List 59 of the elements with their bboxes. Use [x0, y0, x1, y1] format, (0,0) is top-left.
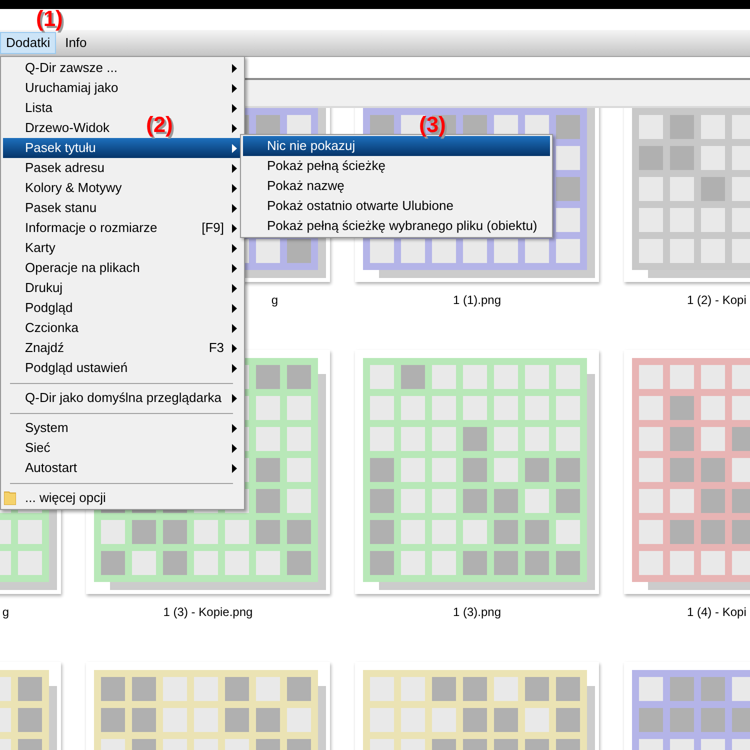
menu-item[interactable]: Informacje o rozmiarze — [25, 218, 158, 238]
submenu-arrow-icon — [232, 104, 237, 112]
submenu-arrow-icon — [232, 84, 237, 92]
submenu-arrow-icon — [232, 164, 237, 172]
menu-item[interactable]: Q-Dir zawsze ... — [25, 58, 118, 78]
menu-item[interactable]: Operacje na plikach — [25, 258, 140, 278]
menu-item[interactable]: Kolory & Motywy — [25, 178, 122, 198]
file-name: 1 (2) - Kopi — [687, 292, 746, 309]
menu-item[interactable]: Sieć — [25, 438, 50, 458]
menu-item[interactable]: Podgląd — [25, 298, 73, 318]
menu-item[interactable]: Pokaż ostatnio otwarte Ulubione — [243, 196, 550, 216]
submenu-arrow-icon — [232, 344, 237, 352]
submenu-arrow-icon — [232, 64, 237, 72]
submenu-arrow-icon — [232, 424, 237, 432]
submenu-arrow-icon — [232, 184, 237, 192]
menu-item[interactable]: Karty — [25, 238, 56, 258]
menu-item[interactable]: Pokaż pełną ścieżkę — [243, 156, 550, 176]
menu-item[interactable]: Lista — [25, 98, 52, 118]
step-number-label: (2) — [146, 114, 173, 136]
submenu-arrow-icon — [232, 264, 237, 272]
menu-item[interactable]: Q-Dir jako domyślna przeglądarka — [25, 388, 222, 408]
submenu-arrow-icon — [232, 444, 237, 452]
submenu-arrow-icon — [232, 204, 237, 212]
file-name: g — [2, 604, 9, 621]
menu-item[interactable]: Pasek adresu — [25, 158, 104, 178]
submenu-arrow-icon — [232, 394, 237, 402]
file-name: g — [271, 292, 278, 309]
menu-item[interactable]: Autostart — [25, 458, 78, 478]
folder-icon — [4, 491, 16, 505]
menu-item[interactable]: Uruchamiaj jako — [25, 78, 118, 98]
submenu-arrow-icon — [232, 224, 237, 232]
submenu-arrow-icon — [232, 124, 237, 132]
menu-bar-item[interactable]: Dodatki — [0, 32, 56, 54]
menu-item[interactable]: Znajdź — [25, 338, 64, 358]
submenu-arrow-icon — [232, 324, 237, 332]
submenu-arrow-icon — [232, 304, 237, 312]
submenu-arrow-icon — [232, 244, 237, 252]
menu-item[interactable]: Pasek tytułu — [3, 138, 242, 158]
menu-item[interactable]: ... więcej opcji — [1, 488, 244, 508]
file-name: 1 (1).png — [452, 292, 502, 309]
step-number-label: (1) — [36, 8, 63, 30]
menu-item[interactable]: Pasek stanu — [25, 198, 97, 218]
file-name: 1 (4) - Kopi — [687, 604, 746, 621]
menu-item[interactable]: Pokaż nazwę — [243, 176, 550, 196]
menu-item[interactable]: Drukuj — [25, 278, 63, 298]
submenu-arrow-icon — [232, 364, 237, 372]
menu-item[interactable]: Podgląd ustawień — [25, 358, 128, 378]
menu-item[interactable]: Czcionka — [25, 318, 78, 338]
menu-item[interactable]: Nic nie pokazuj — [243, 136, 550, 156]
menu-bar-item[interactable]: Info — [59, 32, 93, 54]
submenu-arrow-icon — [232, 284, 237, 292]
menu-item[interactable]: Pokaż pełną ścieżkę wybranego pliku (obiektu) — [243, 216, 550, 236]
submenu-arrow-icon — [232, 464, 237, 472]
menu-item[interactable]: System — [25, 418, 68, 438]
menu-item[interactable]: Drzewo-Widok — [25, 118, 110, 138]
step-number-label: (3) — [419, 114, 446, 136]
file-name: 1 (3) - Kopie.png — [163, 604, 253, 621]
submenu-arrow-icon — [232, 144, 237, 152]
file-name: 1 (3).png — [452, 604, 502, 621]
